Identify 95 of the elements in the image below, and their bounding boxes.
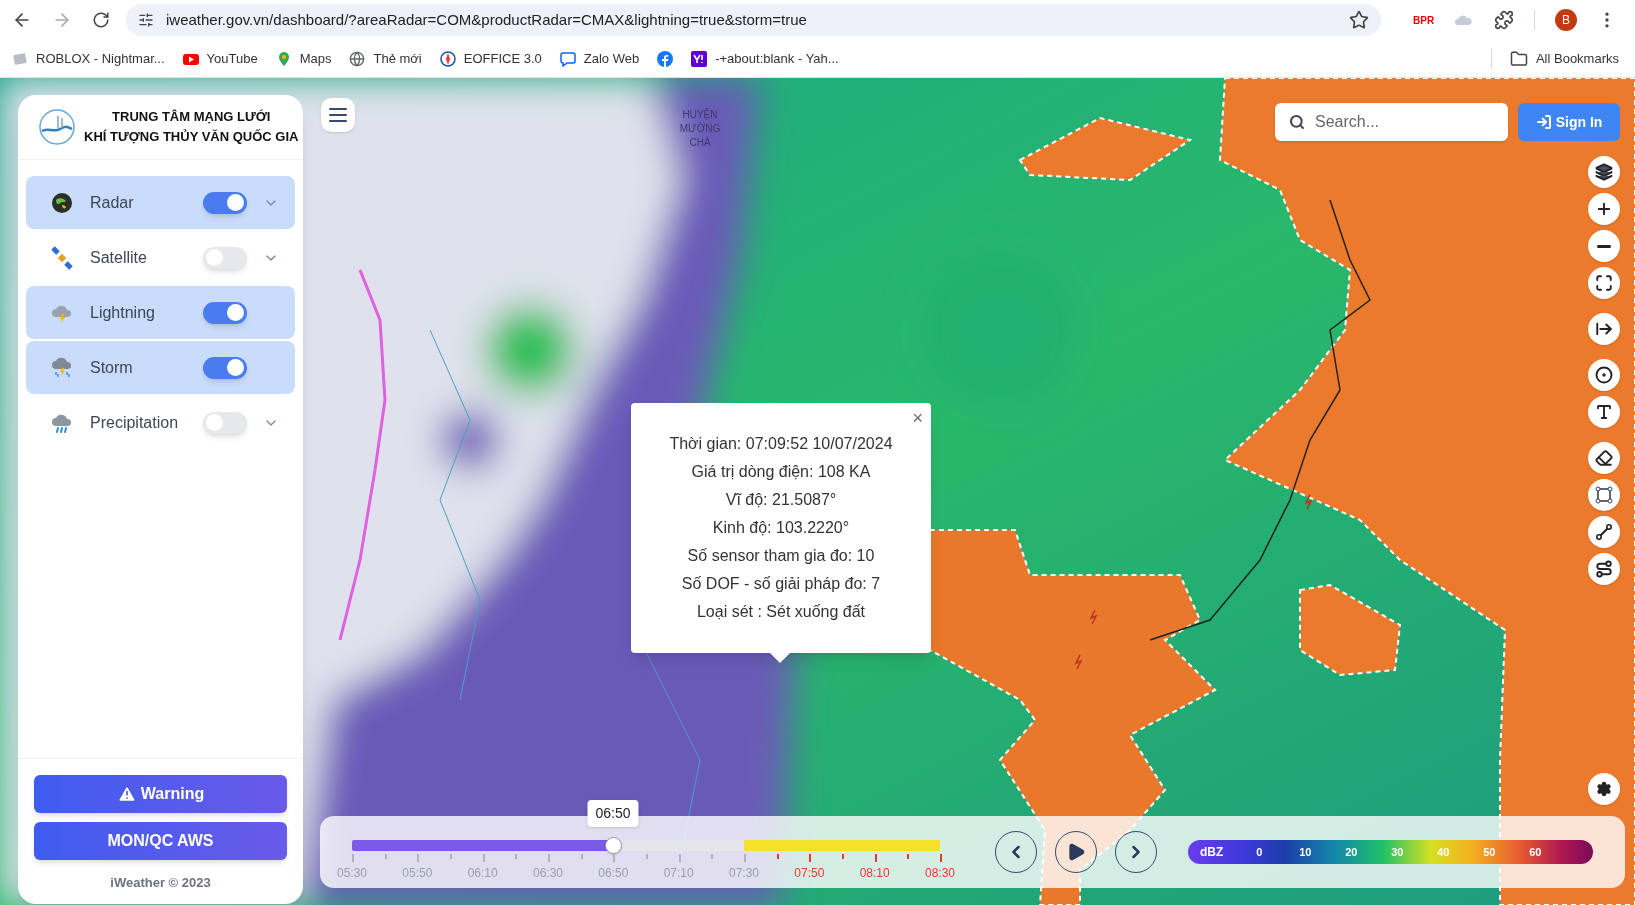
zoom-out-icon [1597, 244, 1611, 248]
zoom-in-icon [1595, 200, 1613, 218]
info-line: Số sensor tham gia đo: 10 [687, 546, 875, 566]
copyright-text: iWeather © 2023 [109, 873, 212, 892]
time-label: 06:50 [598, 865, 629, 882]
time-label: 05:30 [337, 865, 367, 882]
layer-row[interactable]: Radar [26, 176, 295, 229]
radar-globe-icon [50, 190, 74, 215]
text-tool-icon [1595, 403, 1613, 421]
layer-label: Radar [90, 192, 135, 213]
bookmark-link[interactable]: Thẻ mới [349, 48, 422, 69]
address-bar[interactable]: iweather.gov.vn/dashboard/?areaRadar=COM&productRadar=CMAX&lightning=true&storm=true [126, 4, 1381, 36]
cube-favicon-icon [12, 50, 28, 67]
extension-logo[interactable]: BPR [1413, 12, 1435, 28]
layer-row[interactable]: Precipitation [26, 396, 295, 449]
legend-value: 60 [1528, 844, 1543, 860]
time-label: 08:10 [859, 865, 890, 882]
layer-row[interactable]: Satellite [26, 231, 295, 284]
bookmark-star-icon[interactable] [1349, 10, 1369, 30]
bookmark-link[interactable]: Maps [275, 48, 332, 69]
layer-row[interactable]: Storm [26, 341, 295, 394]
time-label: 05:50 [402, 865, 433, 882]
map-place-label: HUYỆN MƯỜNG CHÀ [678, 108, 722, 150]
reload-icon[interactable] [92, 11, 110, 29]
compass-favicon-icon [439, 50, 456, 67]
warning-button[interactable]: Warning [34, 774, 287, 813]
url-text: iweather.gov.vn/dashboard/?areaRadar=COM&productRadar=CMAX&lightning=true&storm=true [166, 9, 807, 30]
legend-value: 20 [1344, 844, 1359, 860]
search-field[interactable]: Search... [1275, 103, 1508, 141]
fullscreen-icon [1595, 274, 1613, 292]
legend-value: 10 [1298, 844, 1313, 860]
layer-toggle[interactable] [203, 411, 247, 434]
time-label: 07:50 [794, 865, 825, 882]
time-label: 07:30 [729, 865, 759, 882]
layer-label: Precipitation [90, 412, 180, 433]
route-icon [1595, 560, 1613, 578]
search-icon [1289, 114, 1305, 130]
bookmark-link[interactable]: YouTube [182, 48, 258, 69]
play-icon [1066, 842, 1086, 862]
sign-in-button[interactable]: Sign In [1518, 103, 1620, 141]
layer-label: Lightning [90, 302, 156, 323]
layer-label: Storm [90, 357, 134, 378]
chat-favicon-icon [559, 50, 576, 67]
line-segment-icon [1595, 523, 1613, 541]
bookmark-link[interactable]: ROBLOX - Nightmar... [12, 48, 165, 69]
layer-toggle[interactable] [203, 246, 247, 269]
rectangle-nodes-icon [1595, 486, 1613, 504]
settings-icon [1596, 781, 1612, 797]
menu-button[interactable] [321, 98, 355, 132]
legend-unit: dBZ [1200, 844, 1224, 861]
eraser-icon [1595, 449, 1613, 467]
time-tooltip: 06:50 [587, 800, 639, 827]
legend-value: 0 [1255, 844, 1264, 860]
bookmark-link[interactable]: Zalo Web [559, 48, 640, 69]
close-button[interactable]: × [912, 409, 923, 427]
globe-icon [349, 50, 366, 67]
info-line: Vĩ độ: 21.5087° [725, 490, 837, 510]
org-title-line: KHÍ TƯỢNG THỦY VĂN QUỐC GIA [84, 128, 299, 146]
extensions-icon[interactable] [1494, 10, 1515, 30]
info-line: Loại sét : Sét xuống đất [696, 602, 866, 622]
y-favicon-icon [691, 50, 708, 67]
sign-in-icon [1535, 114, 1552, 130]
time-label: 06:30 [533, 865, 563, 882]
info-line: Số DOF - số giải pháp đo: 7 [681, 574, 881, 594]
f-favicon-icon [657, 50, 674, 67]
layer-toggle[interactable] [203, 356, 247, 379]
layer-toggle[interactable] [203, 301, 247, 324]
time-label: 06:10 [467, 865, 498, 882]
bookmark-link[interactable] [657, 50, 674, 67]
warning-icon [116, 783, 137, 804]
all-bookmarks-link[interactable]: All Bookmarks [1509, 48, 1619, 69]
bookmark-link[interactable]: -+about:blank - Yah... [691, 48, 839, 69]
legend-value: 50 [1482, 844, 1497, 860]
layer-toggle[interactable] [203, 191, 247, 214]
layers-icon [1595, 163, 1613, 181]
info-line: Thời gian: 07:09:52 10/07/2024 [669, 434, 893, 454]
info-line: Giá trị dòng điện: 108 KA [691, 462, 871, 482]
time-label: 07:10 [663, 865, 694, 882]
legend-value: 40 [1436, 844, 1451, 860]
layer-row[interactable]: Lightning [26, 286, 295, 339]
profile-avatar[interactable]: B [1555, 9, 1578, 31]
satellite-icon [50, 245, 74, 270]
aws-button[interactable]: MON/QC AWS [34, 821, 287, 860]
org-logo-icon [38, 108, 76, 146]
info-line: Kinh độ: 103.2220° [712, 518, 850, 538]
menu-icon [328, 107, 348, 123]
layer-label: Satellite [90, 247, 148, 268]
storm-cloud-icon [50, 355, 74, 380]
org-title-line: TRUNG TÂM MẠNG LƯỚI [112, 108, 271, 126]
folder-icon [1509, 49, 1528, 68]
time-label: 08:30 [925, 865, 955, 882]
bookmark-link[interactable]: EOFFICE 3.0 [439, 48, 542, 69]
site-info-icon[interactable] [138, 12, 154, 28]
legend-value: 30 [1390, 844, 1405, 860]
circle-dot-icon [1595, 366, 1613, 384]
